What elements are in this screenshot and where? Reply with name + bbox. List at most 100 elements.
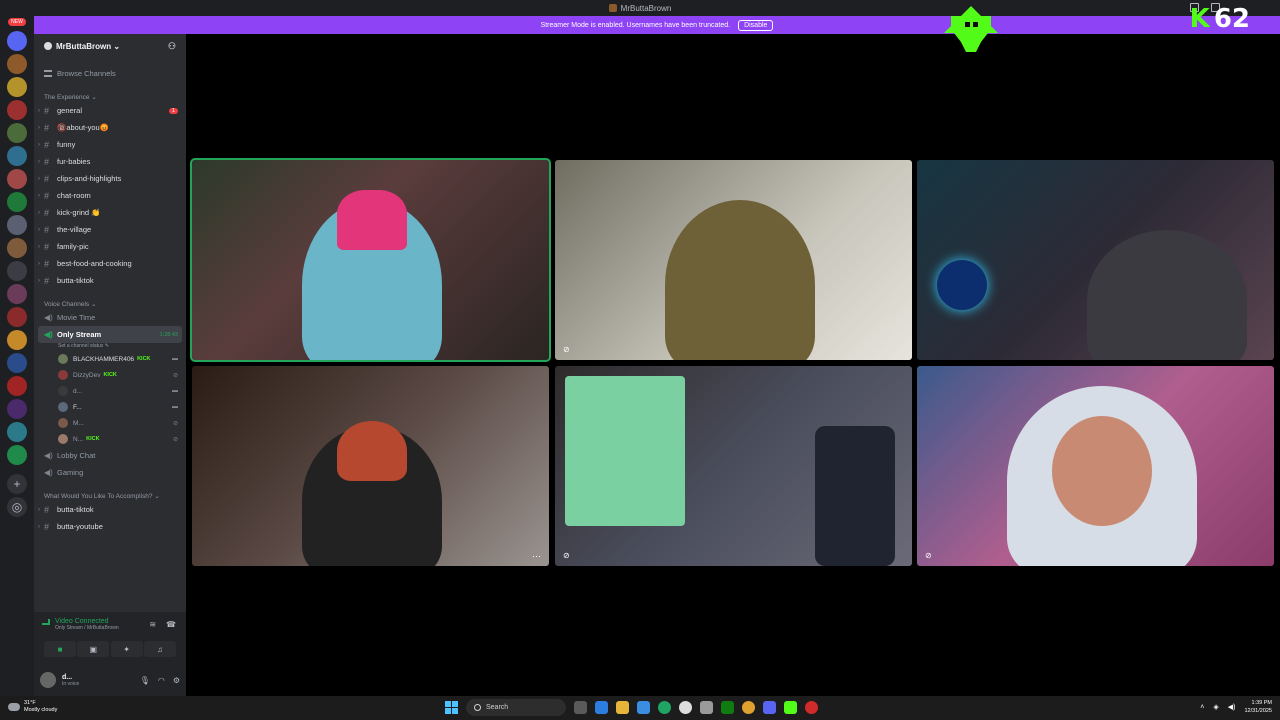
voice-member[interactable]: N... KICK ⊘ xyxy=(34,431,186,447)
windows-icon[interactable] xyxy=(445,701,458,714)
video-tile[interactable] xyxy=(917,160,1274,360)
voice-member[interactable]: M... ⊘ xyxy=(34,415,186,431)
channel-general[interactable]: › # general 1 xyxy=(34,102,186,119)
server-icon[interactable] xyxy=(7,261,27,281)
mic-icon[interactable]: 🎙 xyxy=(140,676,150,685)
store-icon[interactable] xyxy=(637,701,650,714)
channel-best-food-and-cooking[interactable]: › # best-food-and-cooking xyxy=(34,255,186,272)
settings-icon[interactable] xyxy=(700,701,713,714)
kick-icon[interactable] xyxy=(784,701,797,714)
chevron-up-icon[interactable]: ˄ xyxy=(1200,704,1204,711)
server-icon[interactable] xyxy=(7,353,27,373)
server-icon[interactable] xyxy=(7,445,27,465)
server-icon[interactable] xyxy=(7,399,27,419)
server-icon[interactable] xyxy=(7,192,27,212)
channel-family-pic[interactable]: › # family-pic xyxy=(34,238,186,255)
voice-member[interactable]: d... ▬ xyxy=(34,383,186,399)
discover-icon[interactable]: ◎ xyxy=(7,497,27,517)
channel-butta-tiktok-2[interactable]: › # butta-tiktok xyxy=(34,501,186,518)
server-icon[interactable] xyxy=(7,77,27,97)
kick-badge: KICK xyxy=(137,356,151,362)
gear-icon[interactable]: ⚙ xyxy=(173,676,180,685)
category-experience[interactable]: The Experience ⌄ xyxy=(34,82,186,102)
video-tile[interactable]: ⊘ xyxy=(917,366,1274,566)
channel-chat-room[interactable]: › # chat-room xyxy=(34,187,186,204)
soundboard-icon[interactable]: ♫ xyxy=(143,641,176,657)
server-icon[interactable] xyxy=(7,422,27,442)
chrome-icon[interactable] xyxy=(658,701,671,714)
clock[interactable]: 1:39 PM 12/31/2025 xyxy=(1244,699,1272,715)
task-view-icon[interactable] xyxy=(574,701,587,714)
voice-channel-movie-time[interactable]: ◀) Movie Time xyxy=(34,309,186,326)
channel-funny[interactable]: › # funny xyxy=(34,136,186,153)
more-icon[interactable]: ⋯ xyxy=(532,551,541,562)
avatar xyxy=(58,418,68,428)
browser-icon[interactable] xyxy=(742,701,755,714)
server-icon[interactable] xyxy=(7,330,27,350)
video-tile[interactable]: ⊘ xyxy=(555,160,912,360)
voice-member[interactable]: DizzyDev KICK ⊘ xyxy=(34,367,186,383)
add-server-icon[interactable]: + xyxy=(7,474,27,494)
speaker-icon: ◀) xyxy=(44,330,53,339)
channel-the-village[interactable]: › # the-village xyxy=(34,221,186,238)
participant-video xyxy=(1087,230,1247,360)
recorder-icon[interactable] xyxy=(805,701,818,714)
headphones-icon[interactable]: ◠ xyxy=(158,676,165,685)
channel-butta-tiktok[interactable]: › # butta-tiktok xyxy=(34,272,186,289)
home-discord-icon[interactable] xyxy=(7,31,27,51)
file-explorer-icon[interactable] xyxy=(616,701,629,714)
volume-icon[interactable]: ◀) xyxy=(1228,703,1236,711)
server-icon[interactable] xyxy=(7,123,27,143)
voice-member[interactable]: F... ▬ xyxy=(34,399,186,415)
server-icon[interactable] xyxy=(7,54,27,74)
app-icon[interactable] xyxy=(679,701,692,714)
server-icon[interactable] xyxy=(7,238,27,258)
server-icon[interactable] xyxy=(7,284,27,304)
add-user-icon[interactable]: ⚇ xyxy=(168,41,176,52)
mic-off-icon: ⊘ xyxy=(925,551,932,560)
discord-icon[interactable] xyxy=(763,701,776,714)
guild-header[interactable]: MrButtaBrown ⌄ ⚇ xyxy=(34,34,186,58)
channel-kick-grind[interactable]: › # kick-grind 👏 xyxy=(34,204,186,221)
channel-fur-babies[interactable]: › # fur-babies xyxy=(34,153,186,170)
activity-icon[interactable]: ✦ xyxy=(110,641,143,657)
weather-widget[interactable]: 31°F Mostly cloudy xyxy=(8,700,57,714)
edge-icon[interactable] xyxy=(595,701,608,714)
server-icon[interactable] xyxy=(7,215,27,235)
video-tile[interactable] xyxy=(190,158,551,362)
server-icon[interactable] xyxy=(7,146,27,166)
video-icon: ▬ xyxy=(172,356,178,362)
channel-status-setter[interactable]: Set a channel status ✎ xyxy=(34,343,186,351)
voice-channel-gaming[interactable]: ◀) Gaming xyxy=(34,464,186,481)
noise-suppression-icon[interactable]: ≋ xyxy=(149,620,156,629)
camera-icon[interactable]: ■ xyxy=(44,641,76,657)
system-tray: ˄ ◈ ◀) 1:39 PM 12/31/2025 xyxy=(1200,699,1272,715)
category-accomplish[interactable]: What Would You Like To Accomplish? ⌄ xyxy=(34,481,186,501)
disable-streamer-mode-button[interactable]: Disable xyxy=(738,19,774,31)
voice-member[interactable]: BLACKHAMMER406 KICK ▬ xyxy=(34,351,186,367)
server-icon[interactable] xyxy=(7,100,27,120)
server-icon[interactable] xyxy=(7,376,27,396)
channel-butta-youtube[interactable]: › # butta-youtube xyxy=(34,518,186,535)
network-icon[interactable]: ◈ xyxy=(1213,703,1218,711)
avatar[interactable] xyxy=(40,672,56,688)
category-voice[interactable]: Voice Channels ⌄ xyxy=(34,289,186,309)
channel-label: general xyxy=(57,106,83,115)
voice-channel-lobby-chat[interactable]: ◀) Lobby Chat xyxy=(34,447,186,464)
xbox-icon[interactable] xyxy=(721,701,734,714)
hash-icon: # xyxy=(44,224,50,235)
browse-channels[interactable]: Browse Channels xyxy=(34,64,186,82)
user-panel: d... In voice 🎙 ◠ ⚙ xyxy=(34,664,186,696)
user-name: d... xyxy=(62,673,73,681)
screen-share-icon[interactable]: ▣ xyxy=(77,641,110,657)
channel-label: Lobby Chat xyxy=(57,451,96,460)
channel-about-you[interactable]: › # 🔞about-you😡 xyxy=(34,119,186,136)
disconnect-icon[interactable]: ☎ xyxy=(166,620,176,629)
taskbar-search[interactable]: Search xyxy=(466,699,566,716)
channel-clips-and-highlights[interactable]: › # clips-and-highlights xyxy=(34,170,186,187)
server-icon[interactable] xyxy=(7,169,27,189)
server-icon[interactable] xyxy=(7,307,27,327)
voice-channel-only-stream[interactable]: ◀) Only Stream 1:28:43 xyxy=(38,326,182,343)
video-tile[interactable]: ⋯ xyxy=(192,366,549,566)
video-tile[interactable]: ⊘ xyxy=(555,366,912,566)
